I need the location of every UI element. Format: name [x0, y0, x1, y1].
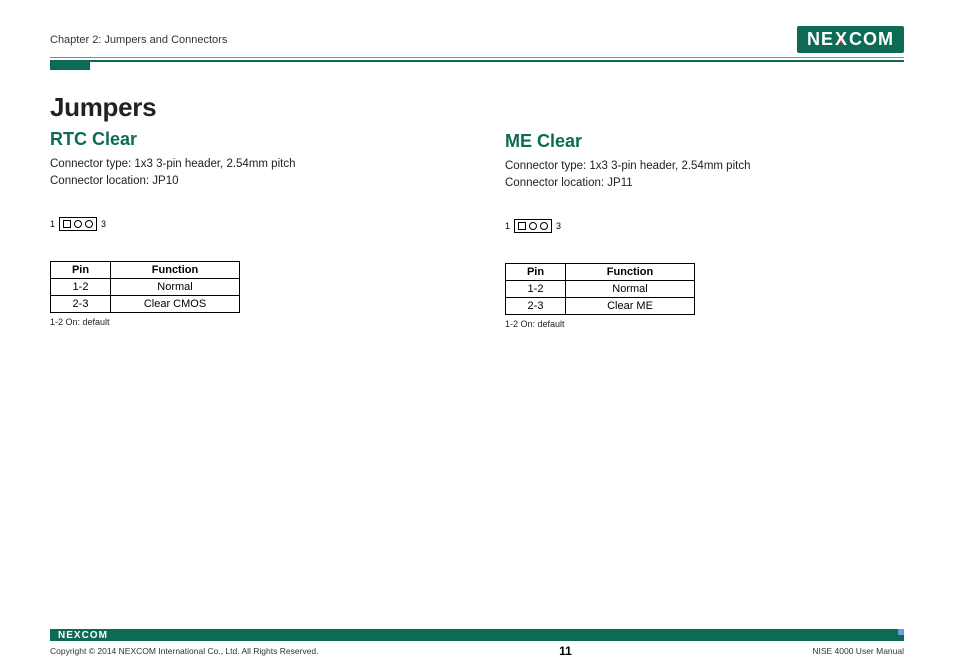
manual-name: NISE 4000 User Manual [812, 646, 904, 656]
pin-label-3: 3 [101, 219, 106, 229]
cell-pin: 1-2 [51, 278, 111, 295]
connector-type-me: Connector type: 1x3 3-pin header, 2.54mm… [505, 158, 904, 175]
footer-brand: NEXCOM [50, 630, 108, 641]
cell-function: Clear ME [566, 297, 695, 314]
pin-header-icon [59, 217, 97, 231]
section-title-rtc: RTC Clear [50, 129, 449, 150]
pin-1-square-icon [63, 220, 71, 228]
pin-3-round-icon [540, 222, 548, 230]
th-pin: Pin [506, 263, 566, 280]
page-title: Jumpers [50, 92, 449, 123]
connector-location-rtc: Connector location: JP10 [50, 173, 449, 190]
pin-table-rtc: Pin Function 1-2 Normal 2-3 Clear CMOS [50, 261, 240, 313]
pin-3-round-icon [85, 220, 93, 228]
pin-label-1: 1 [50, 219, 55, 229]
pin-table-me: Pin Function 1-2 Normal 2-3 Clear ME [505, 263, 695, 315]
page-footer: NEXCOM Copyright © 2014 NEXCOM Internati… [50, 629, 904, 658]
cell-function: Clear CMOS [111, 295, 240, 312]
header-rule-green [50, 60, 904, 62]
cell-function: Normal [566, 280, 695, 297]
cell-function: Normal [111, 278, 240, 295]
cell-pin: 2-3 [51, 295, 111, 312]
th-function: Function [566, 263, 695, 280]
brand-logo: NEXCOM [797, 26, 904, 53]
pin-label-1: 1 [505, 221, 510, 231]
pin-header-icon [514, 219, 552, 233]
connector-location-me: Connector location: JP11 [505, 175, 904, 192]
section-title-me: ME Clear [505, 131, 904, 152]
table-note-rtc: 1-2 On: default [50, 317, 449, 327]
page-header: Chapter 2: Jumpers and Connectors NEXCOM [50, 26, 904, 53]
table-row: 1-2 Normal [51, 278, 240, 295]
pin-diagram-rtc: 1 3 [50, 217, 449, 231]
cell-pin: 2-3 [506, 297, 566, 314]
footer-bottom: Copyright © 2014 NEXCOM International Co… [50, 644, 904, 658]
table-row: 2-3 Clear CMOS [51, 295, 240, 312]
pin-2-round-icon [529, 222, 537, 230]
table-note-me: 1-2 On: default [505, 319, 904, 329]
pin-label-3: 3 [556, 221, 561, 231]
page-number: 11 [559, 644, 572, 658]
th-function: Function [111, 261, 240, 278]
brand-logo-box: NEXCOM [797, 26, 904, 53]
main-content: Jumpers RTC Clear Connector type: 1x3 3-… [50, 62, 904, 329]
connector-type-rtc: Connector type: 1x3 3-pin header, 2.54mm… [50, 156, 449, 173]
table-row: 1-2 Normal [506, 280, 695, 297]
cell-pin: 1-2 [506, 280, 566, 297]
footer-ornament-icon [886, 629, 904, 641]
table-row: 2-3 Clear ME [506, 297, 695, 314]
header-rule-thin [50, 57, 904, 58]
pin-1-square-icon [518, 222, 526, 230]
header-tab-marker [50, 60, 90, 70]
pin-2-round-icon [74, 220, 82, 228]
th-pin: Pin [51, 261, 111, 278]
footer-bar: NEXCOM [50, 629, 904, 641]
copyright-text: Copyright © 2014 NEXCOM International Co… [50, 646, 318, 656]
pin-diagram-me: 1 3 [505, 219, 904, 233]
chapter-title: Chapter 2: Jumpers and Connectors [50, 34, 227, 46]
left-column: Jumpers RTC Clear Connector type: 1x3 3-… [50, 92, 449, 329]
right-column: ME Clear Connector type: 1x3 3-pin heade… [505, 92, 904, 329]
